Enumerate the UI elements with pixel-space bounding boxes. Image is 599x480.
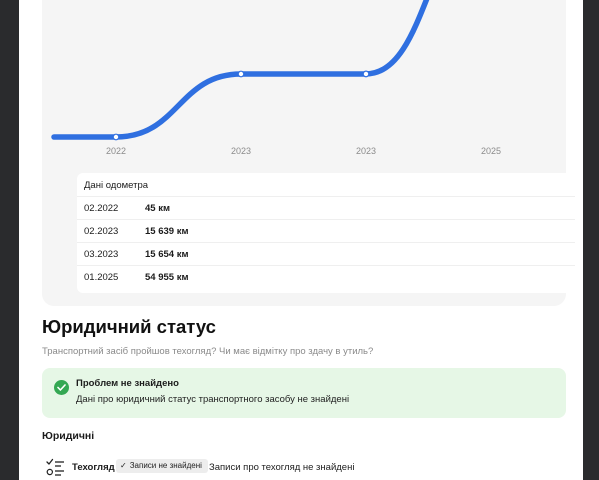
x-tick-label: 2023 xyxy=(231,146,251,156)
x-tick-label: 2023 xyxy=(356,146,376,156)
odometer-date: 03.2023 xyxy=(84,249,119,260)
checklist-icon xyxy=(46,458,64,476)
odometer-value: 15 639 км xyxy=(145,226,189,237)
inspection-row: Техогляд ✓ Записи не знайдені Записи про … xyxy=(42,455,566,480)
inspection-label: Техогляд xyxy=(72,462,115,473)
odometer-date: 01.2025 xyxy=(84,272,119,283)
x-tick-label: 2022 xyxy=(106,146,126,156)
alert-text: Дані про юридичний статус транспортного … xyxy=(76,394,350,405)
no-problems-alert: Проблем не знайдено Дані про юридичний с… xyxy=(42,368,566,418)
check-icon: ✓ xyxy=(120,461,127,470)
odometer-chart-card: 2022 2023 2023 2025 Дані одометра 02.2022 4… xyxy=(42,0,575,306)
alert-title: Проблем не знайдено xyxy=(76,378,179,389)
check-circle-icon xyxy=(54,380,69,395)
odometer-table-title: Дані одометра xyxy=(84,180,149,191)
odometer-value: 45 км xyxy=(145,203,170,214)
odometer-value: 54 955 км xyxy=(145,272,189,283)
odometer-table: Дані одометра 02.2022 45 км 02.2023 15 6… xyxy=(77,173,575,293)
odometer-row: 01.2025 54 955 км xyxy=(77,265,575,289)
chart-point xyxy=(362,70,370,78)
chart-point xyxy=(237,70,245,78)
legal-section-title: Юридичні xyxy=(42,430,95,442)
series-line-odometer xyxy=(51,0,430,140)
inspection-description: Записи про техогляд не знайдені xyxy=(209,462,355,473)
page: 2022 2023 2023 2025 Дані одометра 02.2022 4… xyxy=(19,0,583,480)
odometer-date: 02.2022 xyxy=(84,203,119,214)
odometer-row: 03.2023 15 654 км xyxy=(77,242,575,266)
legal-status-subtitle: Транспортний засіб пройшов техогляд? Чи … xyxy=(42,346,374,357)
chart-point xyxy=(112,133,120,141)
odometer-date: 02.2023 xyxy=(84,226,119,237)
odometer-line-chart: 2022 2023 2023 2025 xyxy=(51,0,501,156)
odometer-value: 15 654 км xyxy=(145,249,189,260)
odometer-row: 02.2023 15 639 км xyxy=(77,219,575,243)
odometer-row: 02.2022 45 км xyxy=(77,196,575,220)
x-tick-label: 2025 xyxy=(481,146,501,156)
inspection-status-badge: ✓ Записи не знайдені xyxy=(116,459,208,473)
legal-status-title: Юридичний статус xyxy=(42,316,216,337)
inspection-status-text: Записи не знайдені xyxy=(129,461,202,470)
